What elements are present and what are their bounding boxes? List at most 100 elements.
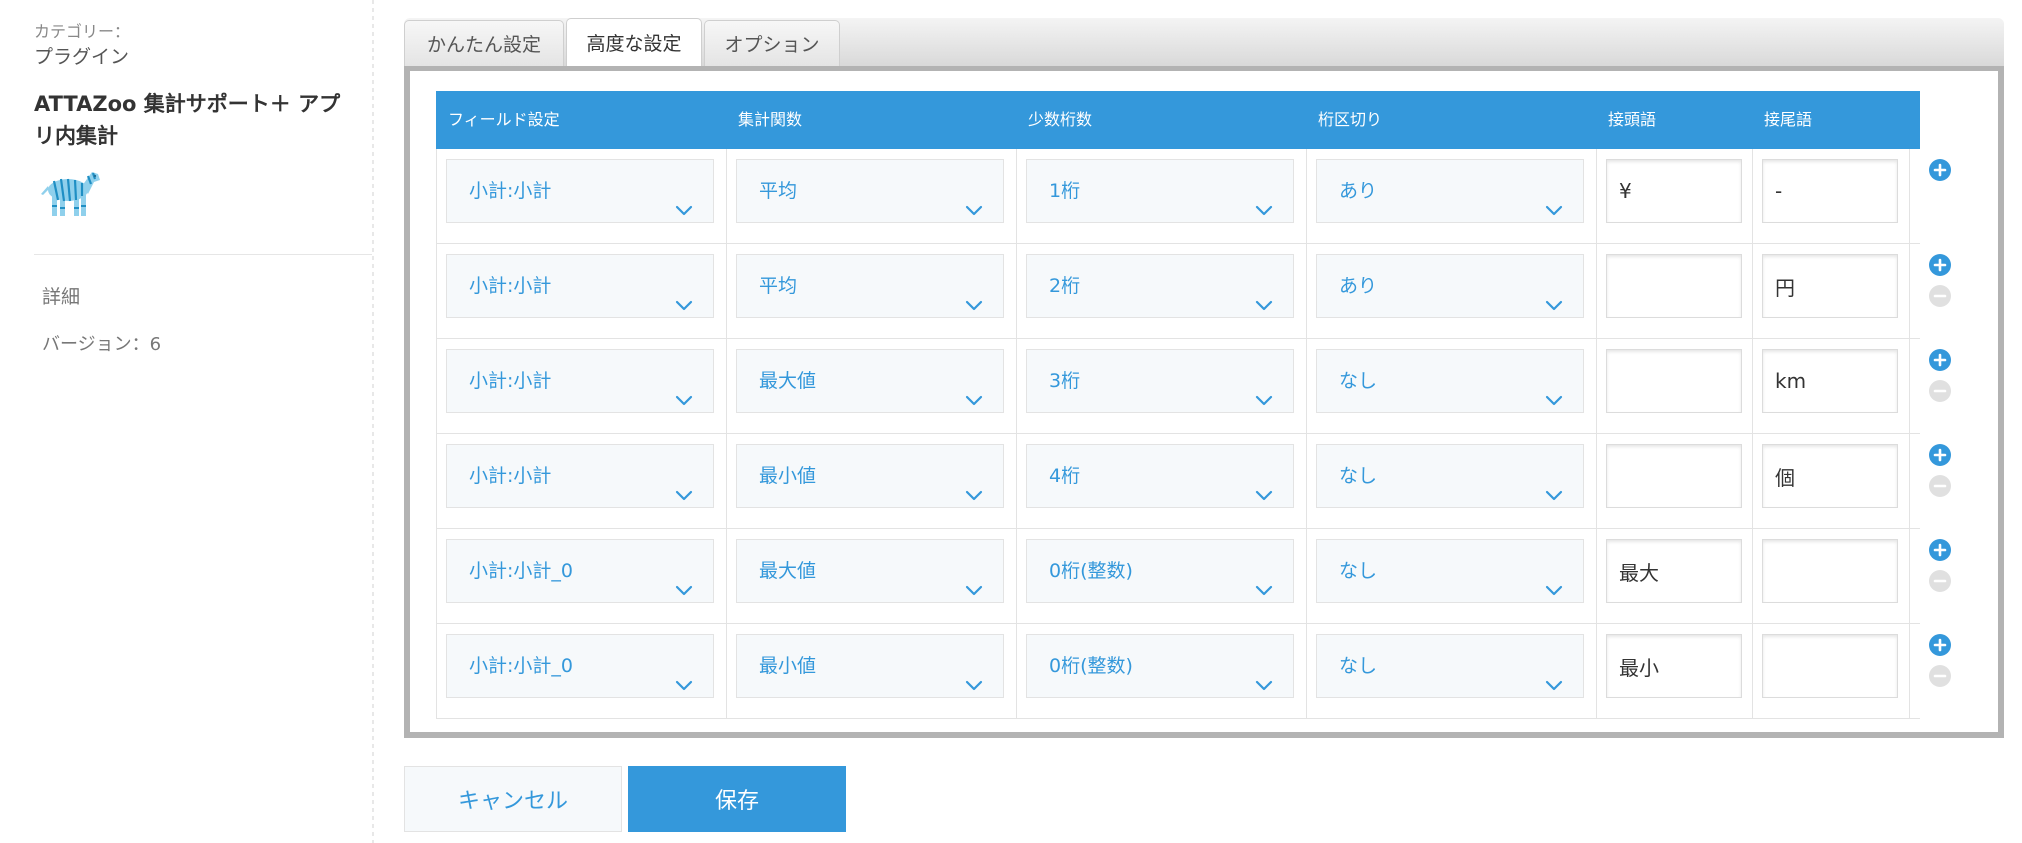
minus-icon (1933, 484, 1947, 488)
chevron-down-icon (1545, 277, 1563, 311)
field-select-value: 小計:小計 (469, 465, 552, 487)
chevron-down-icon (1255, 562, 1273, 596)
table-row: 小計:小計 平均 2桁 あり (436, 244, 1951, 339)
add-row-button[interactable] (1929, 444, 1951, 466)
plus-icon (1933, 258, 1947, 272)
function-select-value: 平均 (759, 180, 798, 202)
add-row-button[interactable] (1929, 349, 1951, 371)
digits-select[interactable]: 0桁(整数) (1026, 634, 1294, 698)
prefix-input[interactable] (1606, 539, 1742, 603)
prefix-input[interactable] (1606, 159, 1742, 223)
remove-row-button[interactable] (1929, 380, 1951, 402)
function-select[interactable]: 最小値 (736, 634, 1004, 698)
field-select-value: 小計:小計_0 (469, 655, 573, 677)
remove-row-button[interactable] (1929, 570, 1951, 592)
remove-row-button[interactable] (1929, 285, 1951, 307)
suffix-input[interactable] (1762, 349, 1898, 413)
detail-link[interactable]: 詳細 (42, 282, 80, 309)
chevron-down-icon (675, 372, 693, 406)
separator-select-value: なし (1339, 560, 1378, 582)
field-select-value: 小計:小計 (469, 180, 552, 202)
digits-select[interactable]: 0桁(整数) (1026, 539, 1294, 603)
tab-options[interactable]: オプション (704, 20, 840, 66)
prefix-input[interactable] (1606, 444, 1742, 508)
digits-select[interactable]: 3桁 (1026, 349, 1294, 413)
suffix-input[interactable] (1762, 539, 1898, 603)
digits-select[interactable]: 2桁 (1026, 254, 1294, 318)
separator-select-value: なし (1339, 655, 1378, 677)
table-row: 小計:小計 平均 1桁 あり (436, 149, 1951, 244)
field-select-value: 小計:小計 (469, 370, 552, 392)
function-select[interactable]: 平均 (736, 159, 1004, 223)
chevron-down-icon (1545, 182, 1563, 216)
digits-select[interactable]: 4桁 (1026, 444, 1294, 508)
separator-select-value: なし (1339, 465, 1378, 487)
suffix-input[interactable] (1762, 634, 1898, 698)
cancel-button[interactable]: キャンセル (404, 766, 622, 832)
separator-select[interactable]: なし (1316, 634, 1584, 698)
digits-select[interactable]: 1桁 (1026, 159, 1294, 223)
field-select-value: 小計:小計_0 (469, 560, 573, 582)
field-select[interactable]: 小計:小計_0 (446, 539, 714, 603)
separator-select[interactable]: なし (1316, 539, 1584, 603)
function-select-value: 最大値 (759, 370, 817, 392)
tab-advanced-settings[interactable]: 高度な設定 (566, 18, 702, 66)
prefix-input[interactable] (1606, 634, 1742, 698)
chevron-down-icon (1545, 467, 1563, 501)
table-body: 小計:小計平均1桁あり小計:小計平均2桁あり小計:小計最大値3桁なし小計:小計最… (436, 149, 1951, 719)
plus-icon (1933, 638, 1947, 652)
separator-select-value: あり (1339, 275, 1378, 297)
table-row: 小計:小計 最小値 4桁 なし (436, 434, 1951, 529)
plus-icon (1933, 163, 1947, 177)
chevron-down-icon (675, 182, 693, 216)
chevron-down-icon (675, 657, 693, 691)
field-select[interactable]: 小計:小計 (446, 444, 714, 508)
digits-select-value: 0桁(整数) (1049, 655, 1133, 677)
function-select[interactable]: 最大値 (736, 539, 1004, 603)
plus-icon (1933, 353, 1947, 367)
separator-select[interactable]: あり (1316, 254, 1584, 318)
chevron-down-icon (965, 467, 983, 501)
chevron-down-icon (1545, 562, 1563, 596)
suffix-input[interactable] (1762, 444, 1898, 508)
settings-panel: フィールド設定 集計関数 少数桁数 桁区切り 接頭語 接尾語 小計:小計 平均 1桁… (404, 66, 2004, 738)
function-select[interactable]: 最小値 (736, 444, 1004, 508)
tab-basic-settings[interactable]: かんたん設定 (404, 20, 564, 66)
chevron-down-icon (1545, 372, 1563, 406)
zebra-icon (38, 164, 102, 220)
digits-select-value: 1桁 (1049, 180, 1081, 202)
separator-select[interactable]: なし (1316, 349, 1584, 413)
add-row-button[interactable] (1929, 634, 1951, 656)
separator-select[interactable]: あり (1316, 159, 1584, 223)
suffix-input[interactable] (1762, 254, 1898, 318)
field-select[interactable]: 小計:小計 (446, 349, 714, 413)
category-value: プラグイン (34, 46, 130, 68)
add-row-button[interactable] (1929, 159, 1951, 181)
chevron-down-icon (965, 562, 983, 596)
field-select[interactable]: 小計:小計 (446, 159, 714, 223)
header-field-setting: フィールド設定 (448, 110, 560, 129)
field-select[interactable]: 小計:小計 (446, 254, 714, 318)
sidebar: カテゴリー： プラグイン ATTAZoo 集計サポート＋ アプリ内集計 詳細 バ… (0, 0, 380, 843)
prefix-input[interactable] (1606, 254, 1742, 318)
chevron-down-icon (675, 277, 693, 311)
remove-row-button[interactable] (1929, 665, 1951, 687)
chevron-down-icon (965, 657, 983, 691)
function-select[interactable]: 最大値 (736, 349, 1004, 413)
field-select[interactable]: 小計:小計_0 (446, 634, 714, 698)
add-row-button[interactable] (1929, 254, 1951, 276)
suffix-input[interactable] (1762, 159, 1898, 223)
header-aggregate-function: 集計関数 (738, 110, 803, 129)
add-row-button[interactable] (1929, 539, 1951, 561)
plus-icon (1933, 448, 1947, 462)
save-button[interactable]: 保存 (628, 766, 846, 832)
header-decimal-digits: 少数桁数 (1028, 110, 1093, 129)
chevron-down-icon (1545, 657, 1563, 691)
prefix-input[interactable] (1606, 349, 1742, 413)
plus-icon (1933, 543, 1947, 557)
chevron-down-icon (1255, 657, 1273, 691)
separator-select[interactable]: なし (1316, 444, 1584, 508)
table-row: 小計:小計_0 最大値 0桁(整数) なし (436, 529, 1951, 624)
function-select[interactable]: 平均 (736, 254, 1004, 318)
remove-row-button[interactable] (1929, 475, 1951, 497)
